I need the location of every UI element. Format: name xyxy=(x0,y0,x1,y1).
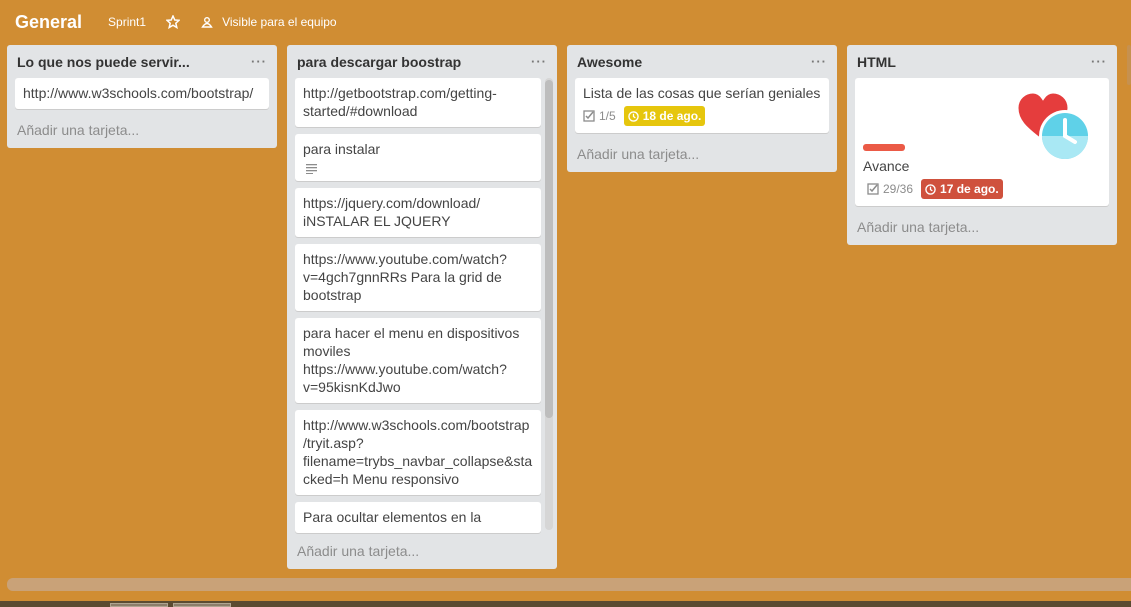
clock-icon xyxy=(925,183,936,195)
taskbar-item[interactable] xyxy=(110,603,168,607)
list-header: HTML ··· xyxy=(847,45,1117,78)
checklist-icon xyxy=(867,183,879,195)
list-title[interactable]: para descargar boostrap xyxy=(297,54,461,70)
list-para-descargar-boostrap: para descargar boostrap ··· http://getbo… xyxy=(287,45,557,569)
star-button[interactable] xyxy=(160,11,186,33)
list-header: Awesome ··· xyxy=(567,45,837,78)
card-title: Lista de las cosas que serían geniales xyxy=(583,85,821,101)
add-card-button[interactable]: Añadir una tarjeta... xyxy=(287,535,557,569)
list-menu-icon[interactable]: ··· xyxy=(251,54,267,69)
visibility-button[interactable]: Visible para el equipo xyxy=(194,11,343,33)
board-header: General Sprint1 Visible para el equipo xyxy=(0,0,1131,44)
list-menu-icon[interactable]: ··· xyxy=(531,54,547,69)
list-scrollbar-thumb[interactable] xyxy=(545,80,553,418)
card[interactable]: Para ocultar elementos en la xyxy=(295,502,541,533)
card-title: http://www.w3schools.com/bootstrap/tryit… xyxy=(303,417,533,487)
list-title[interactable]: HTML xyxy=(857,54,896,70)
card[interactable]: Lista de las cosas que serían geniales 1… xyxy=(575,78,829,133)
card[interactable]: http://www.w3schools.com/bootstrap/tryit… xyxy=(295,410,541,495)
card-scroll-area: http://getbootstrap.com/getting-started/… xyxy=(287,78,557,535)
checklist-badge: 29/36 xyxy=(867,180,913,198)
checklist-count: 1/5 xyxy=(599,109,616,123)
list-awesome: Awesome ··· Lista de las cosas que sería… xyxy=(567,45,837,172)
checklist-count: 29/36 xyxy=(883,182,914,196)
heart-clock-sticker-icon xyxy=(1015,90,1091,162)
sprint-button[interactable]: Sprint1 xyxy=(102,11,152,33)
board-horizontal-scrollbar[interactable] xyxy=(7,578,1131,591)
team-icon xyxy=(201,17,213,28)
board-scrollbar-thumb[interactable] xyxy=(7,578,1131,591)
card[interactable]: para instalar xyxy=(295,134,541,181)
taskbar xyxy=(0,601,1131,607)
card[interactable]: http://getbootstrap.com/getting-started/… xyxy=(295,78,541,127)
due-date-badge[interactable]: 18 de ago. xyxy=(623,106,706,126)
card-label-red xyxy=(863,144,905,151)
sprint-label: Sprint1 xyxy=(108,15,147,29)
board-title[interactable]: General xyxy=(15,12,82,33)
card-title: para instalar xyxy=(303,141,381,157)
checklist-badge: 1/5 xyxy=(583,107,616,125)
star-icon xyxy=(166,15,181,29)
visibility-label: Visible para el equipo xyxy=(222,15,337,29)
due-date: 18 de ago. xyxy=(642,109,702,123)
description-icon xyxy=(306,164,317,174)
card[interactable]: https://jquery.com/download/ iNSTALAR EL… xyxy=(295,188,541,237)
list-html: HTML ··· Avance 29/36 17 de ago. Añadir … xyxy=(847,45,1117,245)
list-menu-icon[interactable]: ··· xyxy=(1091,54,1107,69)
card-title: http://www.w3schools.com/bootstrap/ xyxy=(23,85,254,101)
clock-icon xyxy=(627,110,639,122)
add-card-button[interactable]: Añadir una tarjeta... xyxy=(567,140,837,172)
list-title[interactable]: Awesome xyxy=(577,54,642,70)
card-title: para hacer el menu en dispositivos movil… xyxy=(303,325,520,395)
add-card-button[interactable]: Añadir una tarjeta... xyxy=(7,116,277,148)
card-title: Para ocultar elementos en la xyxy=(303,509,482,525)
card[interactable]: Avance 29/36 17 de ago. xyxy=(855,78,1109,206)
card-title: https://jquery.com/download/ iNSTALAR EL… xyxy=(303,195,481,229)
due-date: 17 de ago. xyxy=(940,182,999,196)
list-title[interactable]: Lo que nos puede servir... xyxy=(17,54,190,70)
list-menu-icon[interactable]: ··· xyxy=(811,54,827,69)
add-card-button[interactable]: Añadir una tarjeta... xyxy=(847,213,1117,245)
list-lo-que-nos-puede-servir: Lo que nos puede servir... ··· http://ww… xyxy=(7,45,277,148)
card-title: Avance xyxy=(863,158,910,174)
taskbar-item[interactable] xyxy=(173,603,231,607)
checklist-icon xyxy=(583,110,595,122)
list-scrollbar[interactable] xyxy=(545,78,553,530)
card-title: https://www.youtube.com/watch?v=4gch7gnn… xyxy=(303,251,507,303)
page-scrollbar[interactable] xyxy=(1127,45,1131,85)
card-title: http://getbootstrap.com/getting-started/… xyxy=(303,85,497,119)
card[interactable]: http://www.w3schools.com/bootstrap/ xyxy=(15,78,269,109)
list-header: para descargar boostrap ··· xyxy=(287,45,557,78)
due-date-badge[interactable]: 17 de ago. xyxy=(921,179,1003,199)
card[interactable]: https://www.youtube.com/watch?v=4gch7gnn… xyxy=(295,244,541,311)
list-header: Lo que nos puede servir... ··· xyxy=(7,45,277,78)
card[interactable]: para hacer el menu en dispositivos movil… xyxy=(295,318,541,403)
